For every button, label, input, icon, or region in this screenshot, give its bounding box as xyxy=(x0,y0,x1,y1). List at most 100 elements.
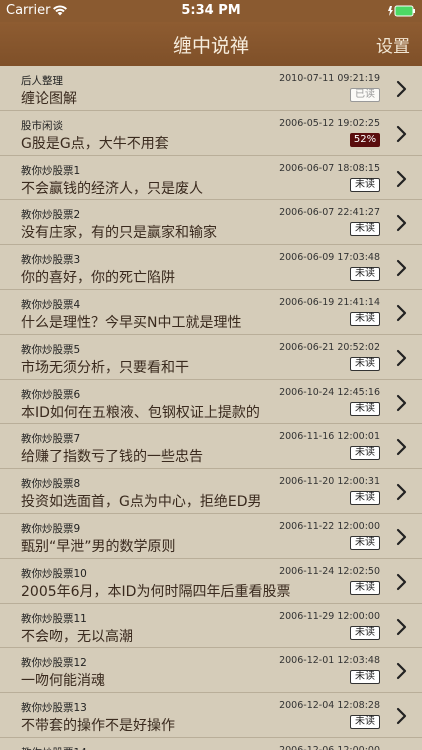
navigation-bar: 缠中说禅 设置 xyxy=(0,22,422,66)
read-status-badge: 未读 xyxy=(350,580,380,595)
item-date: 2006-06-07 18:08:15 xyxy=(279,162,380,174)
read-status-badge: 未读 xyxy=(350,401,380,416)
item-category: 教你炒股票13 xyxy=(21,702,87,715)
chevron-right-icon[interactable] xyxy=(396,125,408,143)
list-item[interactable]: 教你炒股票4 2006-06-19 21:41:14 什么是理性？今早买N中工就是理… xyxy=(0,289,422,335)
chevron-right-icon[interactable] xyxy=(396,349,408,367)
item-date: 2006-12-04 12:08:28 xyxy=(279,700,380,712)
read-status-badge: 已读 xyxy=(350,88,380,102)
list-item[interactable]: 教你炒股票9 2006-11-22 12:00:00 甄别“早泄”男的数学原则 未读 xyxy=(0,513,422,559)
chevron-right-icon[interactable] xyxy=(396,438,408,456)
list-item[interactable]: 教你炒股票12 2006-12-01 12:03:48 一吻何能消魂 未读 xyxy=(0,648,422,694)
list-item[interactable]: 教你炒股票8 2006-11-20 12:00:31 投资如选面首，G点为中心，拒绝… xyxy=(0,469,422,514)
read-status-badge: 未读 xyxy=(350,535,380,550)
item-date: 2006-10-24 12:45:16 xyxy=(279,386,380,398)
item-title: G股是G点，大牛不用套 xyxy=(21,135,169,152)
item-date: 2006-12-06 12:00:00 xyxy=(279,745,380,750)
item-date: 2006-11-29 12:00:00 xyxy=(279,610,380,622)
read-status-badge: 52% xyxy=(350,132,380,147)
chevron-right-icon[interactable] xyxy=(396,707,408,725)
item-category: 教你炒股票5 xyxy=(21,343,81,356)
item-title: 甄别“早泄”男的数学原则 xyxy=(21,538,176,555)
item-title: 投资如选面首，G点为中心，拒绝ED男 xyxy=(21,494,262,511)
article-list[interactable]: 后人整理 2010-07-11 09:21:19 缠论图解 已读股市闲谈 2006-05… xyxy=(0,66,422,750)
chevron-right-icon[interactable] xyxy=(396,259,408,277)
list-item[interactable]: 教你炒股票1 2006-06-07 18:08:15 不会赢钱的经济人，只是废人 未读 xyxy=(0,155,422,201)
read-status-badge: 未读 xyxy=(350,356,380,371)
chevron-right-icon[interactable] xyxy=(396,170,408,188)
read-status-badge: 未读 xyxy=(350,625,380,640)
item-date: 2006-11-22 12:00:00 xyxy=(279,520,380,532)
read-status-badge: 未读 xyxy=(350,715,380,730)
list-item[interactable]: 教你炒股票5 2006-06-21 20:52:02 市场无须分析，只要看和干 未读 xyxy=(0,334,422,380)
item-date: 2006-06-07 22:41:27 xyxy=(279,207,380,219)
item-category: 教你炒股票4 xyxy=(21,298,81,311)
list-item[interactable]: 教你炒股票3 2006-06-09 17:03:48 你的喜好，你的死亡陷阱 未读 xyxy=(0,245,422,290)
read-status-badge: 未读 xyxy=(350,177,380,192)
read-status-badge: 未读 xyxy=(350,670,380,685)
list-item[interactable]: 教你炒股票2 2006-06-07 22:41:27 没有庄家，有的只是赢家和输家 未… xyxy=(0,200,422,246)
item-date: 2006-11-24 12:02:50 xyxy=(279,565,380,577)
item-category: 教你炒股票10 xyxy=(21,567,87,580)
item-date: 2006-05-12 19:02:25 xyxy=(279,117,380,129)
chevron-right-icon[interactable] xyxy=(396,80,408,98)
item-title: 本ID如何在五粮液、包钢权证上提款的 xyxy=(21,404,260,421)
chevron-right-icon[interactable] xyxy=(396,618,408,636)
read-status-badge: 未读 xyxy=(350,311,380,326)
item-title: 你的喜好，你的死亡陷阱 xyxy=(21,270,175,287)
battery-icon xyxy=(388,5,415,17)
item-title: 什么是理性？今早买N中工就是理性 xyxy=(21,314,242,331)
chevron-right-icon[interactable] xyxy=(396,304,408,322)
item-category: 教你炒股票14 xyxy=(21,745,87,750)
list-item[interactable]: 教你炒股票13 2006-12-04 12:08:28 不带套的操作不是好操作 未读 xyxy=(0,693,422,738)
chevron-right-icon[interactable] xyxy=(396,483,408,501)
item-category: 教你炒股票7 xyxy=(21,433,81,446)
chevron-right-icon[interactable] xyxy=(396,394,408,412)
chevron-right-icon[interactable] xyxy=(396,214,408,232)
item-title: 给赚了指数亏了钱的一些忠告 xyxy=(21,449,203,466)
item-date: 2006-06-19 21:41:14 xyxy=(279,296,380,308)
page-title: 缠中说禅 xyxy=(172,35,249,57)
read-status-badge: 未读 xyxy=(350,491,380,506)
read-status-badge: 未读 xyxy=(350,267,380,282)
item-title: 没有庄家，有的只是赢家和输家 xyxy=(21,225,217,242)
item-title: 缠论图解 xyxy=(21,91,77,107)
item-category: 教你炒股票2 xyxy=(21,209,81,222)
item-date: 2006-06-21 20:52:02 xyxy=(279,341,380,353)
item-date: 2006-11-16 12:00:01 xyxy=(279,431,380,443)
item-date: 2006-06-09 17:03:48 xyxy=(279,252,380,264)
item-date: 2010-07-11 09:21:19 xyxy=(279,73,380,84)
list-item[interactable]: 教你炒股票10 2006-11-24 12:02:50 2005年6月，本ID为何时… xyxy=(0,558,422,604)
chevron-right-icon[interactable] xyxy=(396,573,408,591)
item-category: 教你炒股票8 xyxy=(21,478,81,491)
chevron-right-icon[interactable] xyxy=(396,662,408,680)
item-title: 一吻何能消魂 xyxy=(21,673,105,690)
status-bar: Carrier 5:34 PM xyxy=(0,0,422,22)
item-category: 教你炒股票3 xyxy=(21,254,81,267)
item-date: 2006-11-20 12:00:31 xyxy=(279,476,380,488)
item-category: 股市闲谈 xyxy=(21,119,63,132)
item-title: 市场无须分析，只要看和干 xyxy=(21,359,189,376)
item-category: 教你炒股票9 xyxy=(21,522,81,535)
item-title: 不带套的操作不是好操作 xyxy=(21,718,175,735)
list-item[interactable]: 股市闲谈 2006-05-12 19:02:25 G股是G点，大牛不用套 52% xyxy=(0,110,422,156)
list-item[interactable]: 教你炒股票11 2006-11-29 12:00:00 不会吻，无以高潮 未读 xyxy=(0,603,422,649)
chevron-right-icon[interactable] xyxy=(396,528,408,546)
settings-button[interactable]: 设置 xyxy=(376,32,410,57)
item-title: 2005年6月，本ID为何时隔四年后重看股票 xyxy=(21,583,291,600)
item-category: 后人整理 xyxy=(21,75,63,87)
item-title: 不会吻，无以高潮 xyxy=(21,628,133,645)
list-item[interactable]: 教你炒股票6 2006-10-24 12:45:16 本ID如何在五粮液、包钢权证上… xyxy=(0,379,422,425)
status-time: 5:34 PM xyxy=(181,3,241,18)
item-date: 2006-12-01 12:03:48 xyxy=(279,655,380,667)
list-item[interactable]: 教你炒股票142006-12-06 12:00:00未读 xyxy=(0,737,422,750)
list-item[interactable]: 教你炒股票7 2006-11-16 12:00:01 给赚了指数亏了钱的一些忠告 未读 xyxy=(0,424,422,470)
item-category: 教你炒股票1 xyxy=(21,164,81,177)
item-category: 教你炒股票11 xyxy=(21,612,87,625)
list-item[interactable]: 后人整理 2010-07-11 09:21:19 缠论图解 已读 xyxy=(0,66,422,111)
read-status-badge: 未读 xyxy=(350,446,380,461)
read-status-badge: 未读 xyxy=(350,222,380,237)
item-title: 不会赢钱的经济人，只是废人 xyxy=(21,180,203,197)
item-category: 教你炒股票12 xyxy=(21,657,87,670)
item-category: 教你炒股票6 xyxy=(21,388,81,401)
